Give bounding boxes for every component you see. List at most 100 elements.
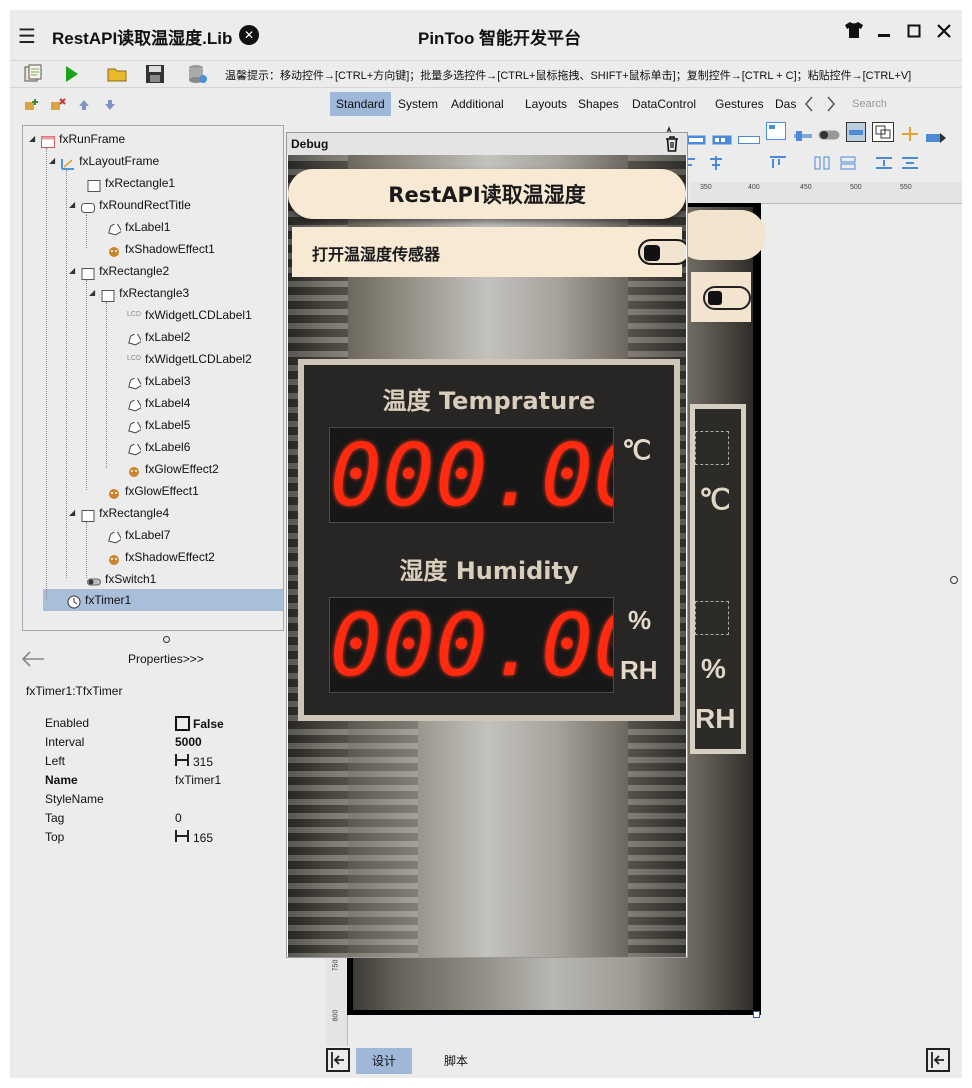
tree-item-fxLabel3[interactable]: fxLabel3 [127,370,190,392]
design-unit-rh: RH [695,703,736,734]
effect-icon [127,463,141,477]
splitter-icon[interactable] [900,126,920,145]
toggle-icon[interactable] [818,126,840,145]
tree-item-fxWidgetLCDLabel1[interactable]: LCD fxWidgetLCDLabel1 [127,304,252,326]
tree-item-fxLabel1[interactable]: fxLabel1 [107,216,170,238]
tab-das[interactable]: Das [769,92,802,116]
back-arrow-icon[interactable] [20,650,46,671]
menu-icon[interactable]: ☰ [18,24,36,48]
edit-box-icon[interactable] [712,130,732,149]
edit-line-icon[interactable] [738,130,760,149]
tree-item-fxRectangle4[interactable]: ◢ fxRectangle4 [69,502,169,524]
align-top-icon[interactable] [770,155,786,174]
rh-unit: RH [620,655,658,685]
tree-item-fxLayoutFrame[interactable]: ◢ fxLayoutFrame [49,150,159,172]
tree-item-fxTimer1[interactable]: fxTimer1 [67,589,131,611]
tab-scroll-right-icon[interactable] [826,96,836,116]
prop-row-left[interactable]: Left 315 [45,752,285,771]
prop-row-enabled[interactable]: Enabled False [45,714,285,733]
tree-item-fxRectangle3[interactable]: ◢ fxRectangle3 [89,282,189,304]
design-switch-bar[interactable] [691,272,751,322]
properties-toggle[interactable]: Properties>>> [128,652,204,666]
tab-shapes[interactable]: Shapes [572,92,625,116]
database-icon[interactable] [186,63,208,85]
tree-item-fxShadowEffect2[interactable]: fxShadowEffect2 [107,546,215,568]
effect-icon [107,485,121,499]
space-v-icon[interactable] [902,155,918,174]
checkbox-icon[interactable] [175,716,190,731]
tab-standard[interactable]: Standard [330,92,391,116]
design-sensor-panel[interactable]: ℃ % RH [690,404,746,754]
tab-script[interactable]: 脚本 [428,1048,484,1074]
tree-item-fxWidgetLCDLabel2[interactable]: LCD fxWidgetLCDLabel2 [127,348,252,370]
align-center-icon[interactable] [708,155,724,174]
layout-icon [61,155,75,170]
resize-handle[interactable] [753,1011,760,1018]
prop-row-interval[interactable]: Interval 5000 [45,733,285,752]
prop-row-tag[interactable]: Tag 0 [45,809,285,828]
collapse-left-icon[interactable] [326,1048,350,1072]
track-icon[interactable] [792,126,814,145]
edit-box-icon[interactable] [686,130,706,149]
prop-row-stylename[interactable]: StyleName [45,790,285,809]
grid-panel-icon[interactable] [766,122,786,144]
tab-system[interactable]: System [392,92,444,116]
tree-item-fxGlowEffect2[interactable]: fxGlowEffect2 [127,458,219,480]
tab-additional[interactable]: Additional [445,92,510,116]
right-splitter-handle[interactable] [950,576,958,584]
palette-search-input[interactable]: Search [852,98,887,110]
collapse-right-icon[interactable] [926,1048,950,1072]
debug-header: Debug [287,133,687,155]
add-node-icon[interactable] [24,98,40,112]
tree-toolbar [24,98,118,112]
open-folder-icon[interactable] [106,63,128,85]
tab-gestures[interactable]: Gestures [709,92,770,116]
tab-layouts[interactable]: Layouts [519,92,573,116]
run-icon[interactable] [60,63,82,85]
distribute-h-icon[interactable] [814,155,830,174]
tree-item-fxLabel4[interactable]: fxLabel4 [127,392,190,414]
tab-design[interactable]: 设计 [356,1048,413,1074]
tree-item-fxRectangle2[interactable]: ◢ fxRectangle2 [69,260,169,282]
tree-item-fxLabel7[interactable]: fxLabel7 [107,524,170,546]
trash-icon[interactable] [665,136,679,156]
minimize-icon[interactable] [874,23,894,43]
move-up-icon[interactable] [76,98,92,112]
timer-icon [67,594,81,609]
maximize-icon[interactable] [904,23,924,43]
tree-item-fxShadowEffect1[interactable]: fxShadowEffect1 [107,238,215,260]
tree-item-fxLabel6[interactable]: fxLabel6 [127,436,190,458]
delete-node-icon[interactable] [50,98,66,112]
progress-bar-icon[interactable] [926,128,946,147]
move-down-icon[interactable] [102,98,118,112]
tree-item-fxRunFrame[interactable]: ◢ fxRunFrame [29,128,125,150]
percent-unit: % [628,605,652,635]
save-icon[interactable] [144,63,166,85]
tree-item-fxGlowEffect1[interactable]: fxGlowEffect1 [107,480,199,502]
design-unit-percent: % [701,653,726,684]
prop-row-name[interactable]: Name fxTimer1 [45,771,285,790]
design-switch[interactable] [703,286,751,310]
close-file-icon[interactable]: ✕ [239,25,259,45]
space-h-icon[interactable] [876,155,892,174]
prop-row-top[interactable]: Top 165 [45,828,285,847]
tree-item-fxSwitch1[interactable]: fxSwitch1 [87,568,156,590]
tab-scroll-left-icon[interactable] [804,96,814,116]
tab-datacontrol[interactable]: DataControl [626,92,702,116]
tree-item-fxLabel2[interactable]: fxLabel2 [127,326,190,348]
sensor-switch-bar: 打开温湿度传感器 [292,227,686,277]
close-window-icon[interactable] [934,23,954,43]
shirt-icon[interactable] [844,22,864,43]
design-title-pill[interactable] [676,210,766,260]
distribute-v-icon[interactable] [840,155,856,174]
tree-item-fxRoundRectTitle[interactable]: ◢ fxRoundRectTitle [69,194,191,216]
switch-knob [644,245,660,261]
new-project-icon[interactable] [22,63,44,85]
debug-window[interactable]: Debug RestAPI读取温湿度 打开温湿度传感器 温度 Tempratur… [286,132,688,958]
layers-icon[interactable] [872,122,894,146]
splitter-handle[interactable] [163,636,170,643]
panel-icon[interactable] [846,122,866,146]
sensor-switch[interactable] [638,239,686,265]
tree-item-fxLabel5[interactable]: fxLabel5 [127,414,190,436]
tree-item-fxRectangle1[interactable]: fxRectangle1 [87,172,175,194]
